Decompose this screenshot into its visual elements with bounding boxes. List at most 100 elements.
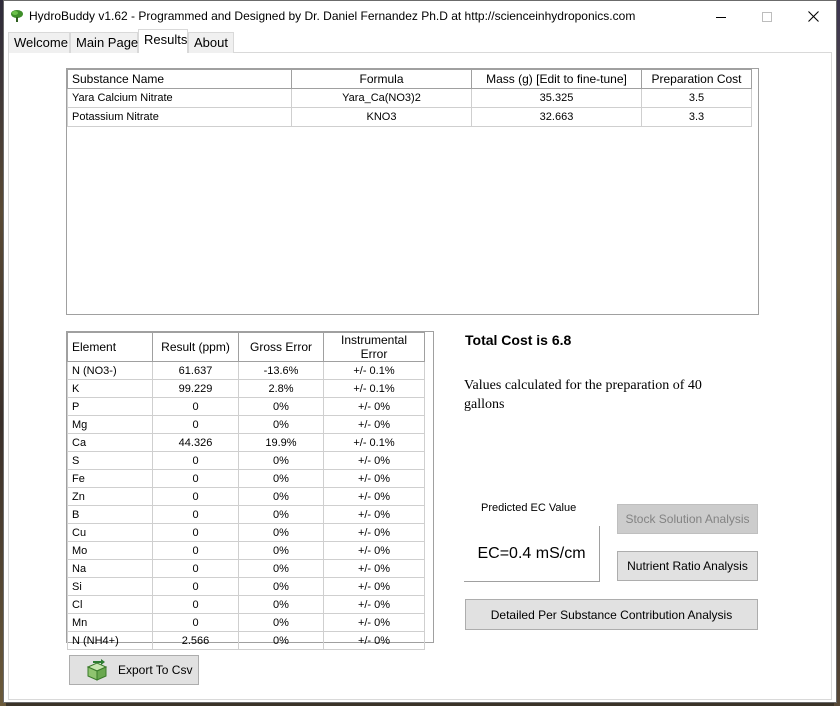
result-cell[interactable]: 0 [152,577,239,596]
table-row[interactable]: Yara Calcium Nitrate Yara_Ca(NO3)2 35.32… [67,88,752,108]
element-cell[interactable]: Cu [67,523,153,542]
table-row[interactable]: Mn 0 0% +/- 0% [67,613,425,632]
column-header-preparation-cost[interactable]: Preparation Cost [641,69,752,89]
table-row[interactable]: Cl 0 0% +/- 0% [67,595,425,614]
instrumental-error-cell[interactable]: +/- 0% [323,487,425,506]
stock-solution-analysis-button[interactable]: Stock Solution Analysis [617,504,758,534]
instrumental-error-cell[interactable]: +/- 0% [323,613,425,632]
substance-name-cell[interactable]: Potassium Nitrate [67,107,292,127]
column-header-result[interactable]: Result (ppm) [152,332,239,362]
table-row[interactable]: P 0 0% +/- 0% [67,397,425,416]
export-to-csv-button[interactable]: Export To Csv [69,655,199,685]
result-cell[interactable]: 0 [152,559,239,578]
column-header-element[interactable]: Element [67,332,153,362]
gross-error-cell[interactable]: 0% [238,577,324,596]
table-row[interactable]: N (NH4+) 2.566 0% +/- 0% [67,631,425,650]
element-cell[interactable]: Fe [67,469,153,488]
table-row[interactable]: K 99.229 2.8% +/- 0.1% [67,379,425,398]
table-row[interactable]: Potassium Nitrate KNO3 32.663 3.3 [67,107,752,127]
result-cell[interactable]: 0 [152,397,239,416]
gross-error-cell[interactable]: 0% [238,523,324,542]
cost-cell[interactable]: 3.5 [641,88,752,108]
column-header-instrumental-error[interactable]: Instrumental Error [323,332,425,362]
result-cell[interactable]: 0 [152,541,239,560]
result-cell[interactable]: 0 [152,415,239,434]
element-cell[interactable]: Mo [67,541,153,560]
column-header-mass[interactable]: Mass (g) [Edit to fine-tune] [471,69,642,89]
table-row[interactable]: Si 0 0% +/- 0% [67,577,425,596]
element-cell[interactable]: N (NO3-) [67,361,153,380]
gross-error-cell[interactable]: 0% [238,631,324,650]
title-bar[interactable]: HydroBuddy v1.62 - Programmed and Design… [4,1,836,32]
gross-error-cell[interactable]: 0% [238,397,324,416]
instrumental-error-cell[interactable]: +/- 0.1% [323,433,425,452]
element-cell[interactable]: S [67,451,153,470]
tab-welcome[interactable]: Welcome [8,32,70,53]
instrumental-error-cell[interactable]: +/- 0% [323,559,425,578]
result-cell[interactable]: 2.566 [152,631,239,650]
table-row[interactable]: Fe 0 0% +/- 0% [67,469,425,488]
formula-cell[interactable]: Yara_Ca(NO3)2 [291,88,472,108]
instrumental-error-cell[interactable]: +/- 0.1% [323,379,425,398]
element-cell[interactable]: N (NH4+) [67,631,153,650]
instrumental-error-cell[interactable]: +/- 0% [323,469,425,488]
result-cell[interactable]: 61.637 [152,361,239,380]
result-cell[interactable]: 44.326 [152,433,239,452]
mass-cell[interactable]: 32.663 [471,107,642,127]
element-cell[interactable]: K [67,379,153,398]
tab-results[interactable]: Results [138,29,188,53]
column-header-substance-name[interactable]: Substance Name [67,69,292,89]
result-cell[interactable]: 0 [152,595,239,614]
instrumental-error-cell[interactable]: +/- 0% [323,451,425,470]
cost-cell[interactable]: 3.3 [641,107,752,127]
mass-cell[interactable]: 35.325 [471,88,642,108]
instrumental-error-cell[interactable]: +/- 0% [323,541,425,560]
table-row[interactable]: Zn 0 0% +/- 0% [67,487,425,506]
table-row[interactable]: Mo 0 0% +/- 0% [67,541,425,560]
result-cell[interactable]: 0 [152,469,239,488]
element-cell[interactable]: P [67,397,153,416]
element-cell[interactable]: Mn [67,613,153,632]
element-cell[interactable]: Cl [67,595,153,614]
result-cell[interactable]: 0 [152,613,239,632]
elements-grid[interactable]: Element Result (ppm) Gross Error Instrum… [66,331,434,650]
instrumental-error-cell[interactable]: +/- 0% [323,505,425,524]
column-header-formula[interactable]: Formula [291,69,472,89]
gross-error-cell[interactable]: 0% [238,451,324,470]
element-cell[interactable]: Na [67,559,153,578]
instrumental-error-cell[interactable]: +/- 0% [323,595,425,614]
table-row[interactable]: N (NO3-) 61.637 -13.6% +/- 0.1% [67,361,425,380]
instrumental-error-cell[interactable]: +/- 0% [323,397,425,416]
table-row[interactable]: Ca 44.326 19.9% +/- 0.1% [67,433,425,452]
instrumental-error-cell[interactable]: +/- 0% [323,415,425,434]
table-row[interactable]: S 0 0% +/- 0% [67,451,425,470]
substances-grid[interactable]: Substance Name Formula Mass (g) [Edit to… [66,68,759,315]
gross-error-cell[interactable]: 2.8% [238,379,324,398]
gross-error-cell[interactable]: 19.9% [238,433,324,452]
instrumental-error-cell[interactable]: +/- 0.1% [323,361,425,380]
formula-cell[interactable]: KNO3 [291,107,472,127]
result-cell[interactable]: 0 [152,505,239,524]
result-cell[interactable]: 99.229 [152,379,239,398]
element-cell[interactable]: Ca [67,433,153,452]
table-row[interactable]: Na 0 0% +/- 0% [67,559,425,578]
gross-error-cell[interactable]: 0% [238,613,324,632]
instrumental-error-cell[interactable]: +/- 0% [323,577,425,596]
instrumental-error-cell[interactable]: +/- 0% [323,631,425,650]
gross-error-cell[interactable]: 0% [238,469,324,488]
table-row[interactable]: B 0 0% +/- 0% [67,505,425,524]
element-cell[interactable]: Zn [67,487,153,506]
gross-error-cell[interactable]: 0% [238,487,324,506]
instrumental-error-cell[interactable]: +/- 0% [323,523,425,542]
gross-error-cell[interactable]: 0% [238,559,324,578]
substance-name-cell[interactable]: Yara Calcium Nitrate [67,88,292,108]
element-cell[interactable]: Mg [67,415,153,434]
gross-error-cell[interactable]: 0% [238,595,324,614]
detailed-contribution-analysis-button[interactable]: Detailed Per Substance Contribution Anal… [465,599,758,630]
minimize-button[interactable] [698,1,744,32]
table-row[interactable]: Cu 0 0% +/- 0% [67,523,425,542]
column-header-gross-error[interactable]: Gross Error [238,332,324,362]
gross-error-cell[interactable]: 0% [238,541,324,560]
nutrient-ratio-analysis-button[interactable]: Nutrient Ratio Analysis [617,551,758,581]
gross-error-cell[interactable]: 0% [238,505,324,524]
